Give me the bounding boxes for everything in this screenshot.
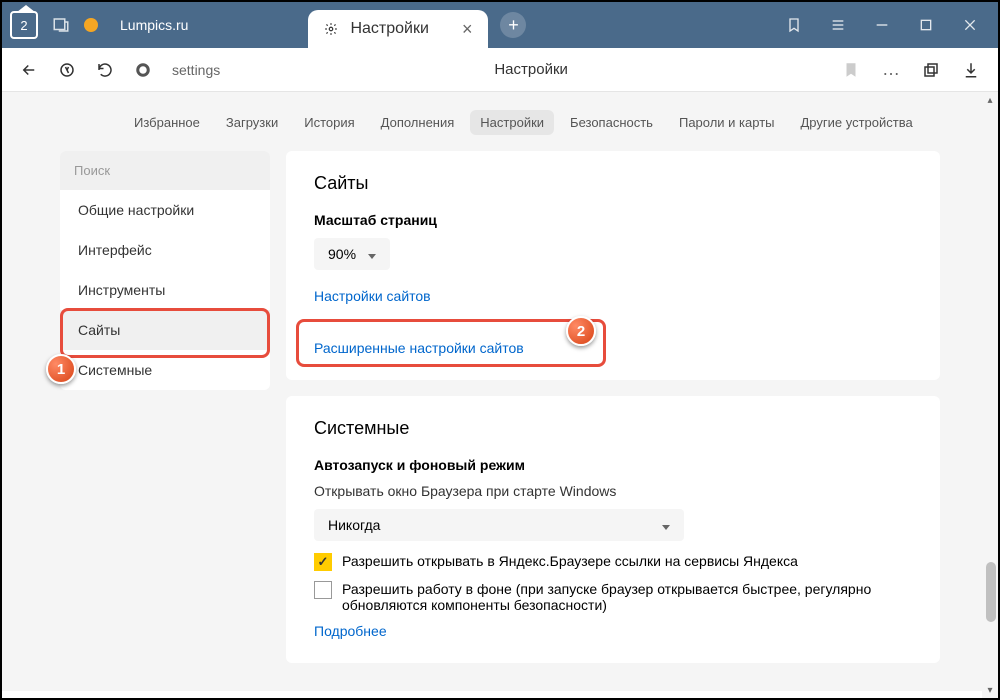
checkbox-label: Разрешить открывать в Яндекс.Браузере сс… [342,553,798,569]
titlebar-right [786,17,990,33]
panels-column: Сайты Масштаб страниц 90% Настройки сайт… [286,151,940,679]
home-button[interactable]: 2 [10,11,38,39]
reload-button[interactable] [96,61,114,79]
back-button[interactable] [20,61,38,79]
close-tab-icon[interactable]: × [462,19,473,40]
gear-icon [324,22,338,36]
checkbox-background[interactable]: Разрешить работу в фоне (при запуске бра… [314,581,912,613]
topnav-item[interactable]: Избранное [124,110,210,135]
toolbar: settings Настройки … [2,48,998,92]
autostart-heading: Автозапуск и фоновый режим [314,457,912,473]
toolbar-right: … [842,59,980,80]
page-title: Настройки [240,61,822,78]
url-text[interactable]: settings [172,62,220,78]
site-favicon [84,18,98,32]
settings-sidebar: Поиск Общие настройкиИнтерфейсИнструмент… [60,151,270,390]
scrollbar[interactable]: ▴ ▾ [982,92,998,698]
more-link[interactable]: Подробнее [314,623,387,639]
topnav-item[interactable]: Настройки [470,110,554,135]
topnav-item[interactable]: Дополнения [371,110,465,135]
titlebar-left: 2 Lumpics.ru [10,11,188,39]
active-tab-label: Настройки [350,20,428,38]
maximize-icon[interactable] [918,17,934,33]
active-tab[interactable]: Настройки × [308,10,488,48]
titlebar: 2 Lumpics.ru Настройки × + [2,2,998,48]
scroll-up-icon[interactable]: ▴ [982,92,998,108]
autostart-label: Открывать окно Браузера при старте Windo… [314,483,912,499]
zoom-select[interactable]: 90% [314,238,390,270]
new-tab-button[interactable]: + [500,12,526,38]
bookmark-icon[interactable] [842,61,860,79]
close-window-icon[interactable] [962,17,978,33]
chevron-down-icon [662,517,670,533]
topnav-item[interactable]: Загрузки [216,110,288,135]
checkbox-yandex-links[interactable]: Разрешить открывать в Яндекс.Браузере сс… [314,553,912,571]
checkbox-icon[interactable] [314,581,332,599]
pin-icon[interactable] [52,16,70,34]
zoom-label: Масштаб страниц [314,212,912,228]
site-settings-link[interactable]: Настройки сайтов [314,288,431,304]
sidebar-item[interactable]: Общие настройки [60,190,270,230]
checkbox-icon[interactable] [314,553,332,571]
checkbox-label: Разрешить работу в фоне (при запуске бра… [342,581,912,613]
chevron-down-icon [368,246,376,262]
annotation-badge-1: 1 [46,354,76,384]
topnav-item[interactable]: Пароли и карты [669,110,785,135]
autostart-value: Никогда [328,517,380,533]
sites-title: Сайты [314,173,912,194]
home-badge: 2 [20,18,27,33]
scrollbar-thumb[interactable] [986,562,996,622]
topnav-item[interactable]: Другие устройства [791,110,923,135]
annotation-badge-2: 2 [566,316,596,346]
topnav-item[interactable]: Безопасность [560,110,663,135]
advanced-site-settings-link[interactable]: Расширенные настройки сайтов [314,340,524,356]
settings-layout: Поиск Общие настройкиИнтерфейсИнструмент… [14,151,986,679]
sidebar-item[interactable]: Системные [60,350,270,390]
settings-topnav: ИзбранноеЗагрузкиИстория ДополненияНастро… [14,92,986,151]
favorites-icon[interactable] [786,17,802,33]
search-input[interactable]: Поиск [60,151,270,190]
sidebar-item[interactable]: Интерфейс [60,230,270,270]
main-content: ИзбранноеЗагрузкиИсторияДополненияНастро… [2,92,998,691]
sites-panel: Сайты Масштаб страниц 90% Настройки сайт… [286,151,940,380]
sidebar-item[interactable]: Сайты [60,310,270,350]
topnav-item[interactable]: История [294,110,364,135]
system-title: Системные [314,418,912,439]
scroll-down-icon[interactable]: ▾ [982,682,998,698]
menu-icon[interactable] [830,17,846,33]
inactive-tab[interactable]: Lumpics.ru [120,17,188,33]
autostart-select[interactable]: Никогда [314,509,684,541]
sidebar-item[interactable]: Инструменты [60,270,270,310]
shield-icon [134,61,152,79]
yandex-icon[interactable] [58,61,76,79]
download-icon[interactable] [962,61,980,79]
system-panel: Системные Автозапуск и фоновый режим Отк… [286,396,940,663]
more-button[interactable]: … [882,59,900,80]
zoom-value: 90% [328,246,356,262]
extensions-icon[interactable] [922,61,940,79]
minimize-icon[interactable] [874,17,890,33]
